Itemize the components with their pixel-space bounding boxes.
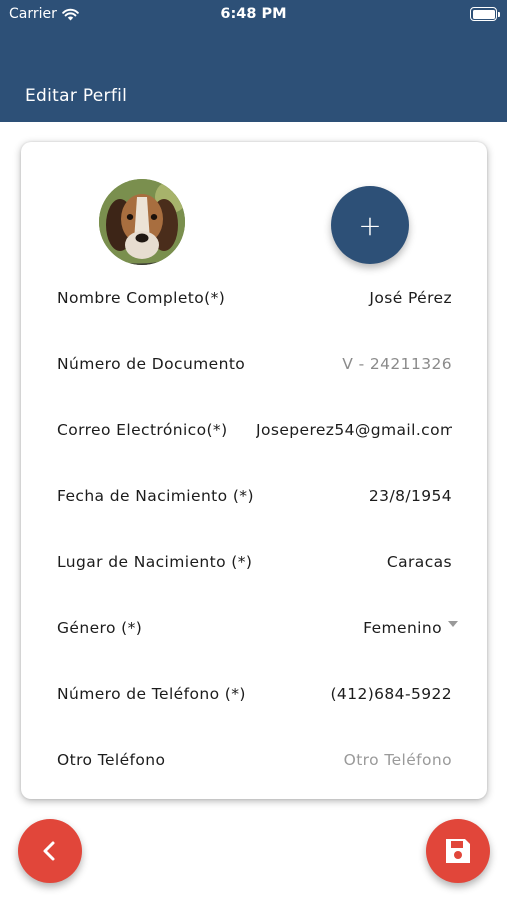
floppy-disk-icon: [446, 839, 470, 863]
otro-telefono-label: Otro Teléfono: [57, 751, 166, 769]
plus-icon: +: [358, 208, 382, 242]
correo-label: Correo Electrónico(*): [57, 421, 228, 439]
gender-select[interactable]: Femenino: [363, 619, 458, 637]
chevron-down-icon: [448, 621, 458, 627]
email-field[interactable]: [256, 421, 452, 439]
back-button[interactable]: [18, 819, 82, 883]
field-row-telefono: Número de Teléfono (*): [57, 679, 452, 709]
nombre-label: Nombre Completo(*): [57, 289, 226, 307]
documento-field[interactable]: [312, 355, 452, 373]
gender-select-value: Femenino: [363, 619, 442, 637]
profile-form-card: + Nombre Completo(*) Número de Documento…: [21, 142, 487, 799]
field-row-nombre: Nombre Completo(*): [57, 283, 452, 313]
app-header: Carrier 6:48 PM Editar Perfil: [0, 0, 507, 122]
dog-photo-icon: [99, 179, 185, 265]
battery-icon: [470, 7, 500, 21]
page-title: Editar Perfil: [25, 86, 128, 106]
add-photo-button[interactable]: +: [331, 186, 409, 264]
field-row-genero: Género (*) Femenino: [57, 613, 458, 643]
telefono-label: Número de Teléfono (*): [57, 685, 246, 703]
field-row-correo: Correo Electrónico(*): [57, 415, 452, 445]
documento-label: Número de Documento: [57, 355, 246, 373]
phone-field[interactable]: [312, 685, 452, 703]
field-row-otro-telefono: Otro Teléfono: [57, 745, 452, 775]
avatar[interactable]: [99, 179, 185, 265]
other-phone-field[interactable]: [312, 751, 452, 769]
save-button[interactable]: [426, 819, 490, 883]
lugar-label: Lugar de Nacimiento (*): [57, 553, 253, 571]
fecha-label: Fecha de Nacimiento (*): [57, 487, 254, 505]
status-bar: Carrier 6:48 PM: [0, 0, 507, 30]
field-row-documento: Número de Documento: [57, 349, 452, 379]
field-row-fecha: Fecha de Nacimiento (*) 23/8/1954: [57, 481, 452, 511]
birthdate-picker[interactable]: 23/8/1954: [369, 487, 452, 505]
chevron-left-icon: [43, 841, 55, 861]
field-row-lugar: Lugar de Nacimiento (*): [57, 547, 452, 577]
birthplace-field[interactable]: [312, 553, 452, 571]
status-time: 6:48 PM: [220, 6, 287, 22]
nombre-field[interactable]: [312, 289, 452, 307]
genero-label: Género (*): [57, 619, 143, 637]
